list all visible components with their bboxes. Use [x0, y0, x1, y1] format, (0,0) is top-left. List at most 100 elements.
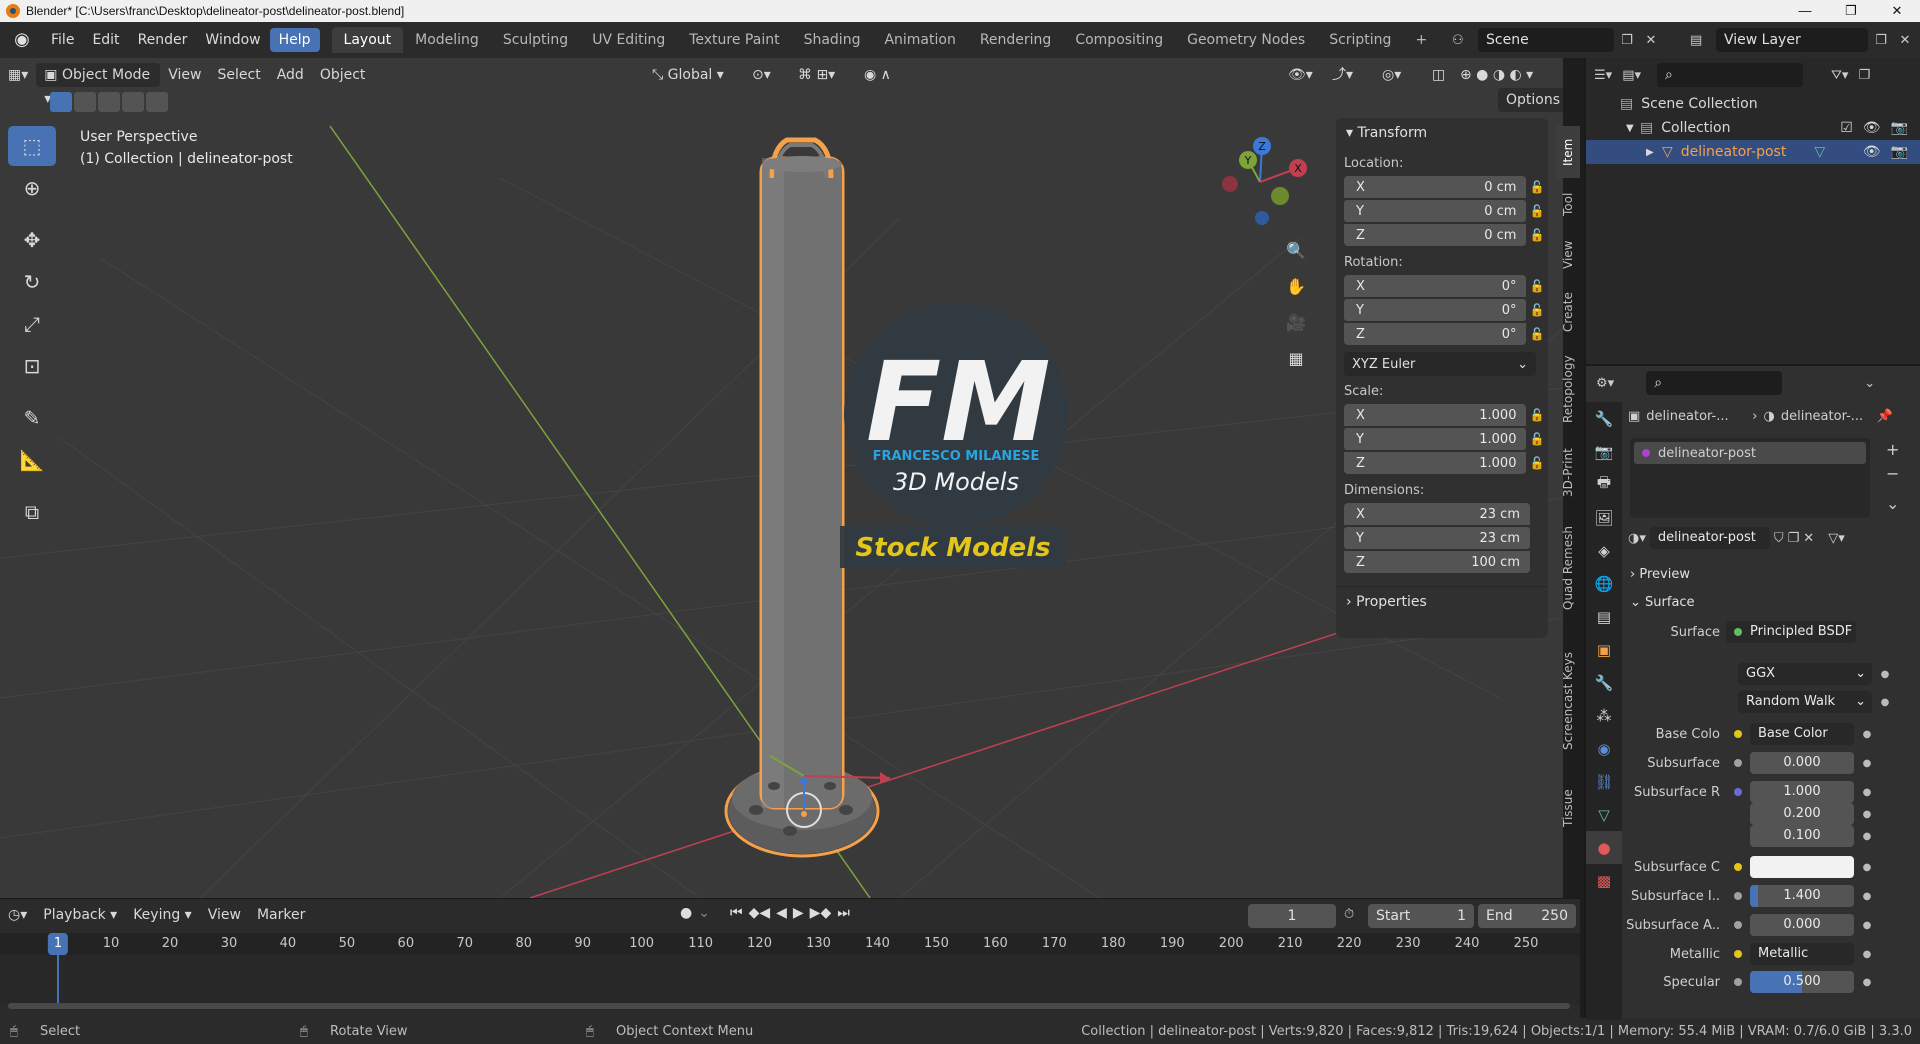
data-properties-icon[interactable]: ▽: [1586, 798, 1622, 831]
cursor-tool-icon[interactable]: ⊕: [8, 168, 56, 208]
outliner-collection-row[interactable]: ▼ ▤ Collection ☑ 👁 📷: [1586, 116, 1920, 140]
menu-render[interactable]: Render: [129, 28, 197, 52]
outliner-object-row[interactable]: ▶ ▽ delineator-post ▽ 👁 📷: [1586, 140, 1920, 164]
select-box-tool-icon[interactable]: ⬚: [8, 126, 56, 166]
menu-playback[interactable]: Playback ▾: [35, 903, 125, 927]
remove-slot-icon[interactable]: −: [1886, 462, 1899, 486]
add-workspace-icon[interactable]: +: [1403, 27, 1439, 53]
material-properties-icon[interactable]: ●: [1586, 831, 1622, 864]
mesh-data-icon[interactable]: ▽: [1814, 144, 1825, 160]
3d-viewport[interactable]: FM FRANCESCO MILANESE 3D Models Stock Mo…: [0, 58, 1563, 898]
tab-geometry-nodes[interactable]: Geometry Nodes: [1175, 27, 1317, 53]
view-layer-properties-icon[interactable]: 🖼: [1586, 501, 1622, 534]
properties-panel-header[interactable]: › Properties: [1336, 586, 1548, 616]
add-slot-icon[interactable]: +: [1886, 438, 1899, 462]
filter-icon[interactable]: ⛛▾: [1831, 68, 1848, 83]
current-frame-field[interactable]: 1: [1248, 904, 1336, 928]
scene-field[interactable]: Scene: [1478, 28, 1614, 52]
record-icon[interactable]: ●: [680, 905, 692, 921]
shading-modes-icon[interactable]: ⊕ ● ◑ ◐ ▾: [1452, 63, 1541, 87]
outliner-editor-type-icon[interactable]: ☰▾: [1594, 68, 1612, 83]
move-tool-icon[interactable]: ✥: [8, 220, 56, 260]
next-keyframe-icon[interactable]: ▶◆: [810, 905, 832, 921]
scale-y-field[interactable]: Y 1.000: [1344, 428, 1527, 450]
socket-dot-icon[interactable]: [1734, 921, 1742, 929]
shader-input-field[interactable]: 0.500: [1750, 971, 1854, 993]
close-button[interactable]: ✕: [1874, 0, 1920, 22]
lock-icon[interactable]: 🔓: [1526, 228, 1548, 242]
fake-user-icon[interactable]: ⛉: [1774, 531, 1784, 546]
timeline-editor-type-icon[interactable]: ◷▾: [0, 903, 35, 927]
menu-select[interactable]: Select: [210, 63, 269, 87]
surface-panel-header[interactable]: ⌄ Surface: [1624, 588, 1920, 616]
menu-edit[interactable]: Edit: [83, 28, 128, 52]
view-layer-field[interactable]: View Layer: [1716, 28, 1868, 52]
keyframe-dot-icon[interactable]: ●: [1860, 787, 1874, 798]
collection-properties-icon[interactable]: ▤: [1586, 600, 1622, 633]
socket-dot-icon[interactable]: [1734, 730, 1742, 738]
shader-input-field[interactable]: 0.000: [1750, 752, 1854, 774]
shader-input-field[interactable]: 1.400: [1750, 885, 1854, 907]
material-link-icon[interactable]: ▽▾: [1828, 531, 1845, 546]
keyframe-dot-icon[interactable]: ●: [1860, 729, 1874, 740]
keyframe-dot-icon[interactable]: ●: [1860, 831, 1874, 842]
xray-icon[interactable]: ◫: [1424, 63, 1453, 87]
socket-dot-icon[interactable]: [1734, 788, 1742, 796]
sidebar-tab-tissue[interactable]: Tissue: [1556, 778, 1580, 838]
sidebar-tab-tool[interactable]: Tool: [1556, 180, 1580, 228]
socket-dot-icon[interactable]: [1734, 892, 1742, 900]
remove-view-layer-icon[interactable]: ✕: [1894, 33, 1916, 48]
display-mode-icon[interactable]: ▤▾: [1622, 68, 1641, 83]
distribution-dropdown[interactable]: GGX ⌄: [1738, 663, 1872, 685]
location-z-field[interactable]: Z0 cm: [1344, 224, 1527, 246]
physics-properties-icon[interactable]: ◉: [1586, 732, 1622, 765]
remove-scene-icon[interactable]: ✕: [1640, 33, 1662, 48]
keyframe-dot-icon[interactable]: ●: [1860, 862, 1874, 873]
keyframe-dot-icon[interactable]: ●: [1860, 809, 1874, 820]
rotation-x-field[interactable]: X 0°: [1344, 275, 1527, 297]
annotate-tool-icon[interactable]: ✎: [8, 398, 56, 438]
sidebar-tab-create[interactable]: Create: [1556, 282, 1580, 342]
gizmo-toggle-icon[interactable]: ⤴▾: [1324, 63, 1361, 87]
world-properties-icon[interactable]: 🌐: [1586, 567, 1622, 600]
select-intersect-icon[interactable]: [146, 92, 168, 112]
menu-help[interactable]: Help: [269, 28, 320, 52]
modifier-properties-icon[interactable]: 🔧: [1586, 666, 1622, 699]
lock-icon[interactable]: 🔓: [1526, 303, 1548, 317]
chevron-down-icon[interactable]: ⌄: [698, 905, 710, 921]
options-dropdown[interactable]: Options ▾: [1498, 88, 1563, 132]
tab-uv-editing[interactable]: UV Editing: [580, 27, 677, 53]
select-invert-icon[interactable]: [122, 92, 144, 112]
maximize-button[interactable]: ❐: [1828, 0, 1874, 22]
menu-window[interactable]: Window: [196, 28, 269, 52]
checkbox-icon[interactable]: ☑: [1840, 120, 1853, 136]
properties-editor-type-icon[interactable]: ⚙▾: [1596, 376, 1614, 391]
shader-input-field[interactable]: 0.000: [1750, 914, 1854, 936]
lock-icon[interactable]: 🔓: [1526, 279, 1548, 293]
editor-type-icon[interactable]: ▦▾: [0, 63, 36, 87]
expand-arrow-icon[interactable]: ▶: [1646, 147, 1662, 158]
snap-icon[interactable]: ⌘ ⊞▾: [790, 63, 843, 87]
expand-arrow-icon[interactable]: ▼: [1626, 123, 1640, 134]
particles-properties-icon[interactable]: ⁂: [1586, 699, 1622, 732]
stopwatch-icon[interactable]: ⏱: [1344, 907, 1354, 922]
new-view-layer-icon[interactable]: ❐: [1868, 33, 1894, 48]
menu-object[interactable]: Object: [312, 63, 374, 87]
zoom-icon[interactable]: 🔍: [1281, 236, 1311, 266]
tab-scripting[interactable]: Scripting: [1317, 27, 1403, 53]
end-frame-field[interactable]: End 250: [1478, 904, 1576, 928]
socket-dot-icon[interactable]: [1734, 759, 1742, 767]
shader-input-field[interactable]: Base Color: [1750, 723, 1854, 745]
add-cube-tool-icon[interactable]: ⧉: [8, 492, 56, 532]
render-properties-icon[interactable]: 📷: [1586, 435, 1622, 468]
menu-keying[interactable]: Keying ▾: [125, 903, 200, 927]
dimensions-z-field[interactable]: Z 100 cm: [1344, 551, 1530, 573]
pan-hand-icon[interactable]: ✋: [1281, 272, 1311, 302]
sidebar-tab-view[interactable]: View: [1556, 230, 1580, 280]
camera-view-icon[interactable]: 🎥: [1281, 308, 1311, 338]
start-frame-field[interactable]: Start 1: [1368, 904, 1474, 928]
transform-panel-header[interactable]: ▾ Transform: [1336, 118, 1548, 148]
proportional-edit-icon[interactable]: ◉ ∧: [856, 63, 899, 87]
lock-icon[interactable]: 🔓: [1526, 456, 1548, 470]
rotation-z-field[interactable]: Z 0°: [1344, 323, 1527, 345]
